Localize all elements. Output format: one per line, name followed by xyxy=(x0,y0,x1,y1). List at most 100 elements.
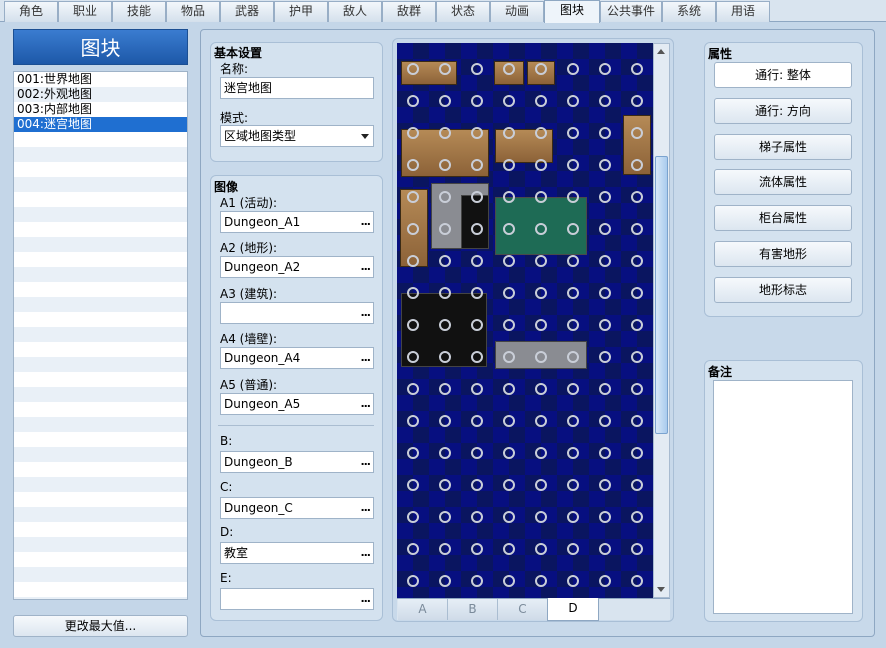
passable-circle-icon xyxy=(471,63,483,75)
tileset-page-tabs: A B C D xyxy=(397,598,670,621)
a2-field[interactable]: Dungeon_A2... xyxy=(220,256,374,278)
name-label: 名称: xyxy=(220,62,249,76)
d-value: 教室 xyxy=(224,546,249,560)
ellipsis-icon[interactable]: ... xyxy=(360,452,371,472)
passable-circle-icon xyxy=(503,191,515,203)
scroll-down-icon[interactable] xyxy=(657,587,665,592)
tab-tileset-b[interactable]: B xyxy=(448,599,498,620)
tab-skills[interactable]: 技能 xyxy=(112,1,166,22)
passable-circle-icon xyxy=(631,479,643,491)
passable-circle-icon xyxy=(535,543,547,555)
passable-circle-icon xyxy=(503,63,515,75)
tab-tileset-d[interactable]: D xyxy=(547,598,599,621)
tab-tileset-c[interactable]: C xyxy=(498,599,548,620)
passage-direction-button[interactable]: 通行: 方向 xyxy=(714,98,852,124)
tab-classes[interactable]: 职业 xyxy=(58,1,112,22)
passable-circle-icon xyxy=(567,383,579,395)
tileset-list[interactable]: 001:世界地图 002:外观地图 003:内部地图 004:迷宫地图 xyxy=(13,71,188,600)
list-item[interactable]: 002:外观地图 xyxy=(14,87,187,102)
tab-terms[interactable]: 用语 xyxy=(716,1,770,22)
passable-circle-icon xyxy=(407,191,419,203)
a1-label: A1 (活动): xyxy=(220,196,278,210)
passable-circle-icon xyxy=(535,223,547,235)
passable-circle-icon xyxy=(439,223,451,235)
passage-all-button[interactable]: 通行: 整体 xyxy=(714,62,852,88)
passable-circle-icon xyxy=(535,191,547,203)
passable-circle-icon xyxy=(567,127,579,139)
passable-circle-icon xyxy=(407,479,419,491)
chevron-down-icon xyxy=(361,134,369,139)
tab-common-events[interactable]: 公共事件 xyxy=(600,1,662,22)
scroll-thumb[interactable] xyxy=(655,156,668,434)
change-max-button[interactable]: 更改最大值... xyxy=(13,615,188,637)
name-field[interactable]: 迷宫地图 xyxy=(220,77,374,99)
bush-button[interactable]: 流体属性 xyxy=(714,169,852,195)
scroll-up-icon[interactable] xyxy=(657,49,665,54)
tab-tilesets[interactable]: 图块 xyxy=(544,0,600,23)
images-title: 图像 xyxy=(214,180,239,194)
ellipsis-icon[interactable]: ... xyxy=(360,589,371,609)
a1-value: Dungeon_A1 xyxy=(224,215,301,229)
passable-circle-icon xyxy=(567,543,579,555)
passable-circle-icon xyxy=(471,415,483,427)
list-item[interactable]: 003:内部地图 xyxy=(14,102,187,117)
notes-textarea[interactable] xyxy=(713,380,853,614)
b-field[interactable]: Dungeon_B... xyxy=(220,451,374,473)
mode-select[interactable]: 区域地图类型 xyxy=(220,125,374,147)
tab-enemies[interactable]: 敌人 xyxy=(328,1,382,22)
ellipsis-icon[interactable]: ... xyxy=(360,543,371,563)
a4-field[interactable]: Dungeon_A4... xyxy=(220,347,374,369)
c-value: Dungeon_C xyxy=(224,501,293,515)
passable-circle-icon xyxy=(535,575,547,587)
passable-circle-icon xyxy=(631,127,643,139)
tileset-canvas[interactable] xyxy=(397,43,653,598)
notes-title: 备注 xyxy=(708,365,733,379)
tileset-scrollbar[interactable] xyxy=(653,43,670,598)
passable-circle-icon xyxy=(439,159,451,171)
a3-label: A3 (建筑): xyxy=(220,287,278,301)
a1-field[interactable]: Dungeon_A1... xyxy=(220,211,374,233)
passable-circle-icon xyxy=(631,95,643,107)
passable-circle-icon xyxy=(471,95,483,107)
passable-circle-icon xyxy=(535,383,547,395)
passable-circle-icon xyxy=(567,319,579,331)
ellipsis-icon[interactable]: ... xyxy=(360,394,371,414)
c-field[interactable]: Dungeon_C... xyxy=(220,497,374,519)
damage-floor-button[interactable]: 有害地形 xyxy=(714,241,852,267)
e-field[interactable]: ... xyxy=(220,588,374,610)
terrain-tag-button[interactable]: 地形标志 xyxy=(714,277,852,303)
tab-states[interactable]: 状态 xyxy=(436,1,490,22)
ellipsis-icon[interactable]: ... xyxy=(360,303,371,323)
ladder-button[interactable]: 梯子属性 xyxy=(714,134,852,160)
list-item[interactable]: 001:世界地图 xyxy=(14,72,187,87)
ellipsis-icon[interactable]: ... xyxy=(360,257,371,277)
ellipsis-icon[interactable]: ... xyxy=(360,498,371,518)
a5-field[interactable]: Dungeon_A5... xyxy=(220,393,374,415)
tab-system[interactable]: 系统 xyxy=(662,1,716,22)
passable-circle-icon xyxy=(599,63,611,75)
tab-items[interactable]: 物品 xyxy=(166,1,220,22)
counter-button[interactable]: 柜台属性 xyxy=(714,205,852,231)
a2-label: A2 (地形): xyxy=(220,241,278,255)
d-field[interactable]: 教室... xyxy=(220,542,374,564)
passable-circle-icon xyxy=(631,383,643,395)
ellipsis-icon[interactable]: ... xyxy=(360,212,371,232)
passable-circle-icon xyxy=(503,447,515,459)
a3-field[interactable]: ... xyxy=(220,302,374,324)
list-item[interactable]: 004:迷宫地图 xyxy=(14,117,187,132)
tab-weapons[interactable]: 武器 xyxy=(220,1,274,22)
ellipsis-icon[interactable]: ... xyxy=(360,348,371,368)
main-tabbar: 角色 职业 技能 物品 武器 护甲 敌人 敌群 状态 动画 图块 公共事件 系统… xyxy=(0,0,886,23)
tab-troops[interactable]: 敌群 xyxy=(382,1,436,22)
passable-circle-icon xyxy=(631,447,643,459)
passable-circle-icon xyxy=(535,447,547,459)
c-label: C: xyxy=(220,480,233,494)
tab-actors[interactable]: 角色 xyxy=(4,1,58,22)
passable-circle-icon xyxy=(599,223,611,235)
tab-animations[interactable]: 动画 xyxy=(490,1,544,22)
basic-settings-title: 基本设置 xyxy=(214,46,263,60)
passable-circle-icon xyxy=(535,319,547,331)
passable-circle-icon xyxy=(471,127,483,139)
tab-armors[interactable]: 护甲 xyxy=(274,1,328,22)
tab-tileset-a[interactable]: A xyxy=(398,599,448,620)
